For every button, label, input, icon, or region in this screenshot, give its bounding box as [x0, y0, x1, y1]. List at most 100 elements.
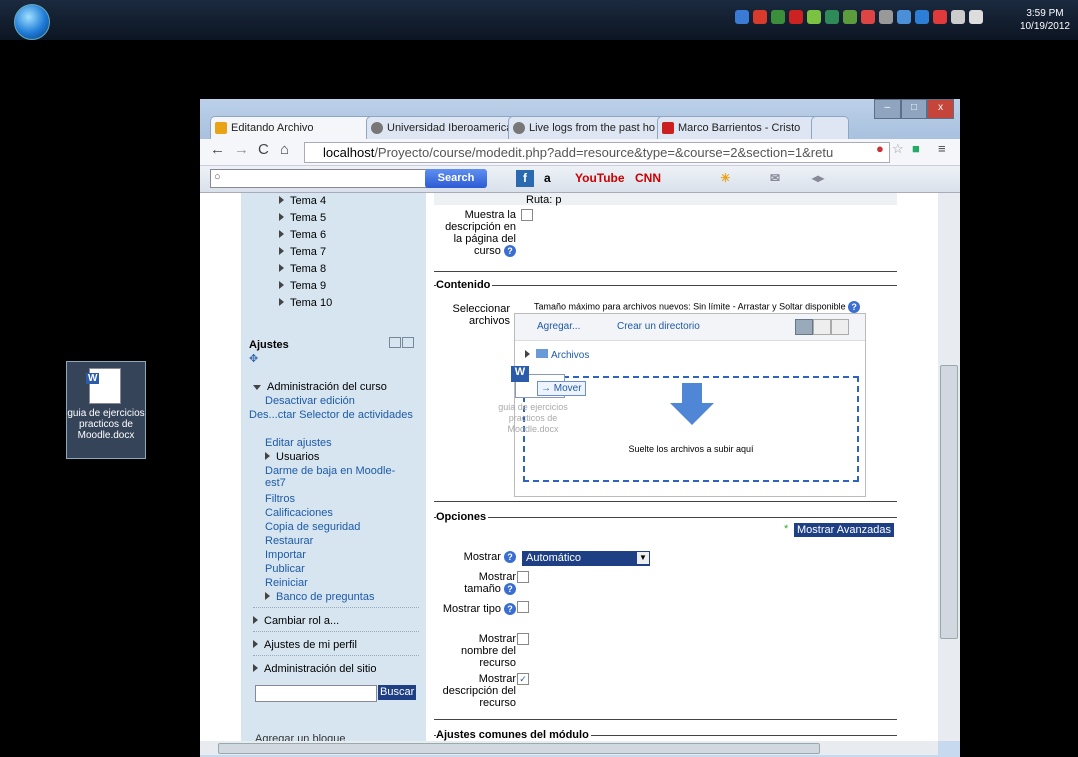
desktop-file-icon[interactable]: W guia de ejercicios practicos de Moodle… [66, 361, 146, 459]
show-name-checkbox[interactable] [517, 633, 529, 645]
topic-item[interactable]: Tema 9 [279, 280, 326, 292]
help-icon[interactable]: ? [504, 245, 516, 258]
scroll-thumb[interactable] [218, 743, 820, 754]
fieldset-border [434, 271, 897, 272]
question-bank-node[interactable]: Banco de preguntas [265, 591, 374, 603]
folder-icon [536, 349, 548, 358]
tray-icon[interactable] [753, 10, 767, 24]
profile-settings-node[interactable]: Ajustes de mi perfil [253, 639, 357, 651]
tray-icon[interactable] [825, 10, 839, 24]
topic-item[interactable]: Tema 5 [279, 212, 326, 224]
switch-role-node[interactable]: Cambiar rol a... [253, 615, 339, 627]
topic-item[interactable]: Tema 8 [279, 263, 326, 275]
minimize-icon[interactable]: – [874, 99, 901, 119]
move-tooltip: → Mover [537, 381, 586, 396]
tray-icon[interactable] [879, 10, 893, 24]
unenrol-link[interactable]: Darme de baja en Moodle-est7 [265, 465, 415, 489]
clock[interactable]: 3:59 PM 10/19/2012 [1020, 7, 1070, 33]
tray-icon[interactable] [861, 10, 875, 24]
amazon-icon[interactable]: a [544, 170, 551, 187]
forward-icon[interactable]: → [234, 141, 249, 158]
facebook-icon[interactable]: f [516, 170, 534, 187]
dock-block-icon[interactable] [402, 337, 414, 348]
volume-icon[interactable] [969, 10, 983, 24]
new-tab-button[interactable] [811, 116, 849, 139]
network-icon[interactable] [951, 10, 965, 24]
close-icon[interactable]: x [927, 99, 955, 119]
display-select[interactable]: Automático ▼ [522, 551, 650, 566]
cnn-link[interactable]: CNN [635, 170, 661, 187]
collapse-block-icon[interactable] [389, 337, 401, 348]
tray-icon[interactable] [807, 10, 821, 24]
filters-link[interactable]: Filtros [265, 493, 295, 505]
show-description-checkbox[interactable] [521, 209, 533, 221]
course-admin-node[interactable]: Administración del curso [253, 381, 387, 393]
icon-view-icon[interactable] [795, 319, 813, 335]
tab-marco-barrientos[interactable]: Marco Barrientos - Cristo × [657, 116, 829, 139]
tray-icon[interactable] [843, 10, 857, 24]
toggle-editing-link[interactable]: Desactivar edición [265, 395, 355, 407]
action-center-icon[interactable] [933, 10, 947, 24]
toolbar-search-input[interactable] [210, 169, 430, 188]
weather-icon[interactable]: ☀ [720, 170, 731, 187]
tab-editando-archivo[interactable]: Editando Archivo × [210, 116, 384, 139]
backup-link[interactable]: Copia de seguridad [265, 521, 360, 533]
topic-label: Tema 8 [290, 263, 327, 275]
show-desc-checkbox[interactable]: ✓ [517, 673, 529, 685]
mail-icon[interactable]: ✉ [770, 170, 780, 187]
vertical-scrollbar[interactable] [938, 193, 960, 741]
tray-icon[interactable] [771, 10, 785, 24]
tab-universidad[interactable]: Universidad Iberoamerican × [366, 116, 526, 139]
tree-view-icon[interactable] [831, 319, 849, 335]
import-link[interactable]: Importar [265, 549, 306, 561]
site-admin-node[interactable]: Administración del sitio [253, 663, 377, 675]
reset-link[interactable]: Reiniciar [265, 577, 308, 589]
help-icon[interactable]: ? [848, 301, 861, 313]
youtube-icon [662, 122, 674, 134]
topic-item[interactable]: Tema 7 [279, 246, 326, 258]
horizontal-scrollbar[interactable] [200, 741, 938, 755]
admin-search-button[interactable]: Buscar [378, 685, 417, 700]
grades-link[interactable]: Calificaciones [265, 507, 333, 519]
activity-chooser-link[interactable]: Des...ctar Selector de actividades [249, 409, 419, 421]
show-type-checkbox[interactable] [517, 601, 529, 613]
tray-icon[interactable] [789, 10, 803, 24]
tab-live-logs[interactable]: Live logs from the past ho × [508, 116, 675, 139]
reload-icon[interactable]: C [258, 141, 269, 158]
toolbar-search-button[interactable]: Search [425, 169, 487, 188]
back-icon[interactable]: ← [210, 141, 225, 158]
show-advanced-button[interactable]: Mostrar Avanzadas [794, 523, 894, 537]
users-node[interactable]: Usuarios [265, 451, 319, 463]
scroll-thumb[interactable] [940, 365, 958, 639]
start-button[interactable] [14, 4, 50, 40]
list-view-icon[interactable] [813, 319, 831, 335]
topic-item[interactable]: Tema 6 [279, 229, 326, 241]
tray-icon[interactable] [897, 10, 911, 24]
restore-link[interactable]: Restaurar [265, 535, 313, 547]
help-icon[interactable]: ? [504, 583, 516, 596]
maximize-icon[interactable]: □ [900, 99, 928, 119]
topic-item[interactable]: Tema 4 [279, 195, 326, 207]
publish-link[interactable]: Publicar [265, 563, 305, 575]
admin-search-input[interactable] [255, 685, 377, 702]
home-icon[interactable]: ⌂ [280, 141, 289, 158]
bookmark-star-icon[interactable]: ☆ [892, 141, 904, 157]
tray-icon[interactable] [915, 10, 929, 24]
menu-icon[interactable]: ≡ [938, 141, 946, 156]
extension-icon[interactable]: ● [876, 141, 884, 156]
create-folder-button[interactable]: Crear un directorio [617, 321, 700, 332]
show-size-checkbox[interactable] [517, 571, 529, 583]
tray-icon[interactable] [735, 10, 749, 24]
extension-icon[interactable]: ■ [912, 141, 920, 156]
address-bar[interactable]: localhost/Proyecto/course/modedit.php?ad… [304, 142, 890, 163]
topic-item[interactable]: Tema 10 [279, 297, 332, 309]
edit-settings-link[interactable]: Editar ajustes [265, 437, 332, 449]
search-icon: ○ [214, 171, 221, 183]
help-icon[interactable]: ? [504, 551, 516, 564]
folder-node[interactable]: Archivos [525, 349, 589, 361]
toolbar-scroll-icon[interactable]: ◂▸ [812, 170, 824, 187]
move-block-icon[interactable]: ✥ [249, 352, 258, 365]
help-icon[interactable]: ? [504, 603, 516, 616]
youtube-link[interactable]: YouTube [575, 170, 625, 187]
add-file-button[interactable]: Agregar... [537, 321, 580, 332]
